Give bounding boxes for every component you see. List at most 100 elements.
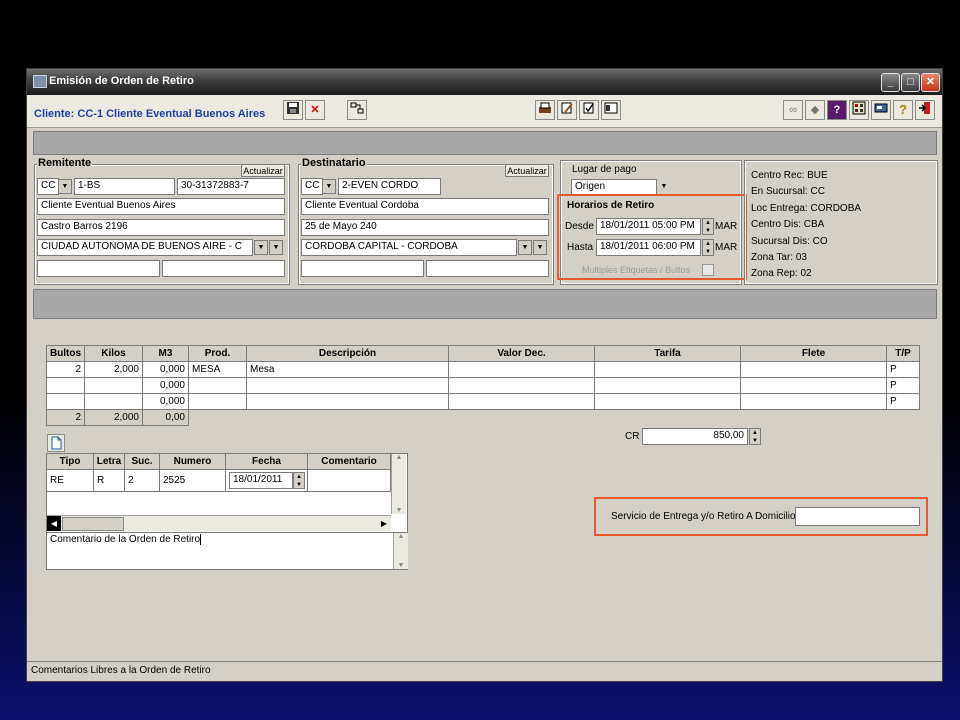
close-button[interactable]: ✕ bbox=[921, 73, 940, 92]
remitente-nombre-field[interactable]: Cliente Eventual Buenos Aires bbox=[37, 198, 285, 215]
comprobantes-hscrollbar[interactable]: ◀ ▶ bbox=[47, 515, 391, 531]
destinatario-codigo-field[interactable]: 2-EVEN CORDO bbox=[338, 178, 441, 195]
destinatario-extra2-field[interactable] bbox=[426, 260, 549, 277]
title-bar[interactable]: Emisión de Orden de Retiro _ □ ✕ bbox=[27, 69, 942, 95]
table-row[interactable]: 2 2,000 0,000 MESA Mesa P bbox=[46, 361, 920, 378]
table-cell[interactable] bbox=[594, 361, 741, 378]
table-cell[interactable] bbox=[46, 377, 85, 394]
destinatario-extra1-field[interactable] bbox=[301, 260, 424, 277]
comprobantes-header[interactable]: Tipo bbox=[46, 453, 94, 470]
items-header[interactable]: Tarifa bbox=[594, 345, 741, 362]
fecha-field[interactable]: 18/01/2011 bbox=[229, 472, 293, 489]
table-cell[interactable]: P bbox=[886, 377, 920, 394]
table-row[interactable]: 0,000 P bbox=[46, 393, 920, 410]
items-header[interactable]: Valor Dec. bbox=[448, 345, 595, 362]
edit-icon[interactable] bbox=[557, 100, 577, 120]
binoculars-icon[interactable]: ∞ bbox=[783, 100, 803, 120]
table-cell[interactable]: 2 bbox=[46, 361, 85, 378]
table-cell[interactable] bbox=[594, 377, 741, 394]
servicio-field[interactable] bbox=[795, 507, 920, 526]
remitente-actualizar-button[interactable]: Actualizar bbox=[241, 164, 285, 177]
table-cell[interactable] bbox=[84, 377, 143, 394]
table-cell[interactable] bbox=[740, 361, 887, 378]
items-header[interactable]: Descripción bbox=[246, 345, 449, 362]
question-box-icon[interactable]: ? bbox=[827, 100, 847, 120]
calculator-icon[interactable] bbox=[849, 100, 869, 120]
comprobantes-header[interactable]: Suc. bbox=[124, 453, 160, 470]
table-cell[interactable] bbox=[84, 393, 143, 410]
exit-icon[interactable] bbox=[915, 100, 935, 120]
table-cell[interactable]: P bbox=[886, 393, 920, 410]
scroll-up-icon[interactable]: ▲ bbox=[392, 454, 406, 461]
table-cell[interactable]: P bbox=[886, 361, 920, 378]
items-table[interactable]: Bultos Kilos M3 Prod. Descripción Valor … bbox=[46, 345, 920, 426]
table-cell[interactable] bbox=[594, 393, 741, 410]
chevron-down-icon[interactable]: ▼ bbox=[269, 240, 283, 255]
table-cell[interactable] bbox=[740, 377, 887, 394]
table-cell[interactable] bbox=[188, 377, 247, 394]
remitente-localidad-select[interactable]: CIUDAD AUTONOMA DE BUENOS AIRE - C bbox=[37, 239, 253, 256]
minimize-button[interactable]: _ bbox=[881, 73, 900, 92]
table-cell[interactable]: 18/01/2011 ▲ ▼ bbox=[225, 469, 308, 492]
chevron-down-icon[interactable]: ▼ bbox=[657, 180, 671, 195]
arrow-icon[interactable]: ◆ bbox=[805, 100, 825, 120]
table-cell[interactable]: 2,000 bbox=[84, 361, 143, 378]
help-icon[interactable]: ? bbox=[893, 100, 913, 120]
tree-icon[interactable] bbox=[347, 100, 367, 120]
scroll-down-icon[interactable]: ▼ bbox=[394, 562, 408, 569]
print-icon[interactable] bbox=[535, 100, 555, 120]
chevron-down-icon[interactable]: ▼ bbox=[58, 179, 72, 194]
comentario-textarea[interactable]: Comentario de la Orden de Retiro bbox=[46, 532, 408, 570]
table-cell[interactable] bbox=[246, 393, 449, 410]
destinatario-localidad-select[interactable]: CORDOBA CAPITAL - CORDOBA bbox=[301, 239, 517, 256]
table-cell[interactable] bbox=[307, 469, 391, 492]
cr-field[interactable]: 850,00 bbox=[642, 428, 748, 445]
destinatario-actualizar-button[interactable]: Actualizar bbox=[505, 164, 549, 177]
comprobantes-table[interactable]: Tipo Letra Suc. Numero Fecha Comentario … bbox=[46, 453, 391, 492]
table-cell[interactable]: 0,000 bbox=[142, 377, 189, 394]
comprobantes-header[interactable]: Letra bbox=[93, 453, 125, 470]
form-icon[interactable] bbox=[601, 100, 621, 120]
destinatario-tipo-select[interactable]: CC bbox=[301, 178, 323, 195]
remitente-cuit-field[interactable]: 30-31372883-7 bbox=[177, 178, 285, 195]
table-cell[interactable] bbox=[246, 377, 449, 394]
chevron-down-icon[interactable]: ▼ bbox=[533, 240, 547, 255]
new-document-icon[interactable] bbox=[47, 434, 65, 452]
table-cell[interactable]: 2 bbox=[124, 469, 160, 492]
items-header[interactable]: Kilos bbox=[84, 345, 143, 362]
remitente-direccion-field[interactable]: Castro Barros 2196 bbox=[37, 219, 285, 236]
table-cell[interactable]: 0,000 bbox=[142, 361, 189, 378]
chevron-down-icon[interactable]: ▼ bbox=[322, 179, 336, 194]
cr-spinner[interactable]: ▲ ▼ bbox=[749, 428, 761, 445]
chevron-down-icon[interactable]: ▼ bbox=[518, 240, 532, 255]
remitente-extra2-field[interactable] bbox=[162, 260, 285, 277]
table-cell[interactable]: 2525 bbox=[159, 469, 226, 492]
table-cell[interactable]: MESA bbox=[188, 361, 247, 378]
table-cell[interactable] bbox=[188, 393, 247, 410]
items-header[interactable]: T/P bbox=[886, 345, 920, 362]
comentario-vscrollbar[interactable]: ▲ ▼ bbox=[393, 533, 408, 569]
save-icon[interactable] bbox=[283, 100, 303, 120]
table-cell[interactable] bbox=[448, 361, 595, 378]
scroll-thumb[interactable] bbox=[62, 517, 124, 531]
maximize-button[interactable]: □ bbox=[901, 73, 920, 92]
comprobantes-header[interactable]: Numero bbox=[159, 453, 226, 470]
table-cell[interactable]: 0,000 bbox=[142, 393, 189, 410]
comprobantes-header[interactable]: Fecha bbox=[225, 453, 308, 470]
items-header[interactable]: M3 bbox=[142, 345, 189, 362]
comprobantes-header[interactable]: Comentario bbox=[307, 453, 391, 470]
table-cell[interactable]: Mesa bbox=[246, 361, 449, 378]
table-cell[interactable] bbox=[46, 393, 85, 410]
edit-check-icon[interactable] bbox=[579, 100, 599, 120]
scroll-down-icon[interactable]: ▼ bbox=[392, 507, 406, 514]
fecha-spinner[interactable]: ▲ ▼ bbox=[293, 472, 305, 489]
comprobantes-vscrollbar[interactable]: ▲ ▼ bbox=[391, 454, 406, 514]
table-row[interactable]: RE R 2 2525 18/01/2011 ▲ ▼ bbox=[46, 469, 391, 492]
scroll-up-icon[interactable]: ▲ bbox=[394, 533, 408, 540]
items-header[interactable]: Bultos bbox=[46, 345, 85, 362]
table-cell[interactable] bbox=[740, 393, 887, 410]
table-cell[interactable] bbox=[448, 377, 595, 394]
destinatario-direccion-field[interactable]: 25 de Mayo 240 bbox=[301, 219, 549, 236]
table-cell[interactable]: R bbox=[93, 469, 125, 492]
items-header[interactable]: Flete bbox=[740, 345, 887, 362]
